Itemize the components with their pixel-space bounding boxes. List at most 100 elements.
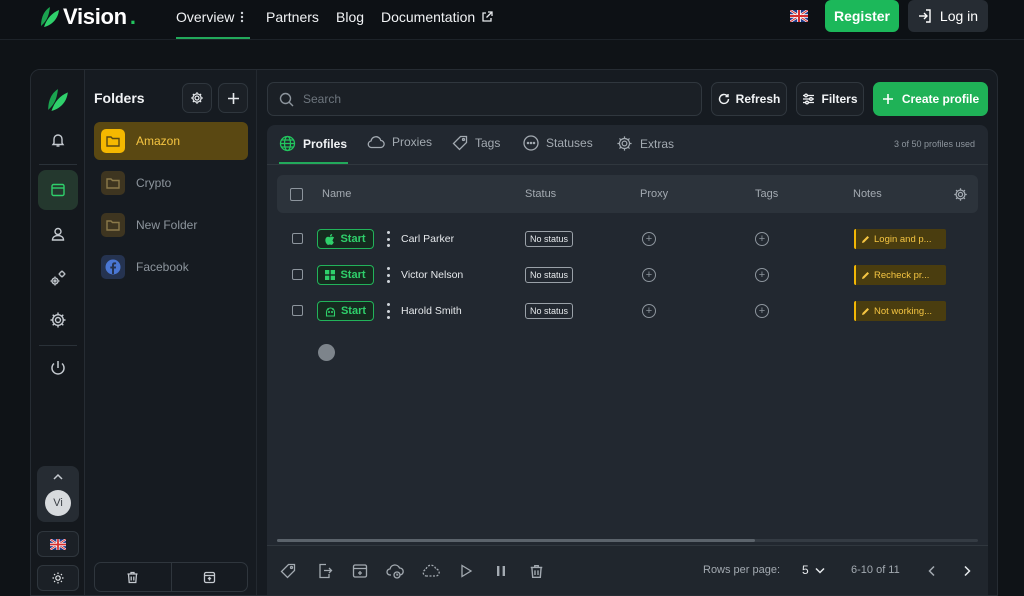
delete-folder-button[interactable] (95, 563, 172, 591)
profile-name[interactable]: Carl Parker (401, 233, 454, 245)
bulk-proxy-button[interactable] (420, 561, 440, 581)
nav-blog[interactable]: Blog (336, 9, 364, 25)
filters-button[interactable]: Filters (796, 82, 864, 116)
start-label: Start (340, 233, 366, 245)
register-button[interactable]: Register (825, 0, 899, 32)
search-input[interactable]: Search (267, 82, 702, 116)
row-menu-icon[interactable] (386, 303, 390, 319)
bulk-tag-button[interactable] (278, 561, 298, 581)
start-profile-button[interactable]: Start (317, 265, 374, 285)
bulk-cloud-sync-button[interactable] (385, 561, 405, 581)
add-proxy-icon[interactable]: + (642, 304, 656, 318)
horizontal-scrollbar[interactable] (277, 539, 978, 542)
uk-flag-icon[interactable] (790, 10, 808, 22)
folder-label: Crypto (136, 176, 172, 190)
tab-bar: Profiles Proxies Tags Statuses Extras 3 … (267, 125, 988, 165)
profiles-panel: Profiles Proxies Tags Statuses Extras 3 … (267, 125, 988, 595)
tab-profiles[interactable]: Profiles (279, 135, 347, 152)
row-menu-icon[interactable] (386, 231, 390, 247)
facebook-icon (101, 255, 125, 279)
column-header-status[interactable]: Status (525, 188, 556, 200)
row-checkbox[interactable] (292, 233, 303, 244)
language-button[interactable] (37, 531, 79, 557)
add-tag-icon[interactable]: + (755, 232, 769, 246)
tab-label: Tags (475, 136, 501, 150)
windows-icon (325, 270, 336, 280)
rail-browser-profiles[interactable] (38, 170, 78, 210)
rail-settings[interactable] (38, 300, 78, 340)
uk-flag-icon (50, 538, 66, 550)
tab-statuses[interactable]: Statuses (523, 135, 593, 151)
folder-item-facebook[interactable]: Facebook (94, 248, 248, 286)
nav-partners-label: Partners (266, 9, 319, 25)
rail-users[interactable] (38, 214, 78, 254)
select-all-checkbox[interactable] (290, 188, 303, 201)
note-badge[interactable]: Not working... (854, 301, 946, 321)
table-row[interactable]: Start Victor Nelson No status + + Rechec… (277, 257, 978, 293)
column-header-name[interactable]: Name (322, 188, 351, 200)
tab-extras[interactable]: Extras (616, 135, 674, 152)
column-header-notes[interactable]: Notes (853, 188, 882, 200)
prev-page-button[interactable] (922, 561, 942, 581)
refresh-button[interactable]: Refresh (711, 82, 787, 116)
status-badge[interactable]: No status (525, 231, 574, 247)
folder-item-amazon[interactable]: Amazon (94, 122, 248, 160)
rail-automation[interactable] (38, 258, 78, 298)
plus-icon (227, 92, 239, 104)
archive-folder-button[interactable] (172, 563, 248, 591)
column-header-proxy[interactable]: Proxy (640, 188, 668, 200)
folder-item-crypto[interactable]: Crypto (94, 164, 248, 202)
tab-active-indicator (279, 162, 348, 164)
profile-name[interactable]: Harold Smith (401, 305, 462, 317)
nav-overview[interactable]: Overview (176, 9, 244, 25)
bulk-export-button[interactable] (315, 561, 335, 581)
nav-partners[interactable]: Partners (266, 9, 319, 25)
nav-documentation[interactable]: Documentation (381, 9, 493, 25)
status-badge[interactable]: No status (525, 303, 574, 319)
bulk-start-button[interactable] (456, 561, 476, 581)
table-row[interactable]: Start Carl Parker No status + + Login an… (277, 221, 978, 257)
next-page-button[interactable] (957, 561, 977, 581)
account-switcher[interactable]: Vi (37, 466, 79, 522)
bulk-stop-button[interactable] (491, 561, 511, 581)
bulk-archive-button[interactable] (350, 561, 370, 581)
table-header: Name Status Proxy Tags Notes (277, 175, 978, 213)
row-checkbox[interactable] (292, 305, 303, 316)
note-badge[interactable]: Recheck pr... (854, 265, 946, 285)
tag-icon (452, 135, 468, 151)
row-checkbox[interactable] (292, 269, 303, 280)
note-badge[interactable]: Login and p... (854, 229, 946, 249)
create-profile-button[interactable]: Create profile (873, 82, 988, 116)
folder-item-new-folder[interactable]: New Folder (94, 206, 248, 244)
column-settings-icon[interactable] (953, 187, 968, 202)
rail-notifications[interactable] (38, 120, 78, 160)
profile-name[interactable]: Victor Nelson (401, 269, 463, 281)
tab-tags[interactable]: Tags (452, 135, 500, 151)
start-profile-button[interactable]: Start (317, 301, 374, 321)
add-tag-icon[interactable]: + (755, 304, 769, 318)
column-header-tags[interactable]: Tags (755, 188, 778, 200)
avatar[interactable]: Vi (45, 490, 71, 516)
folder-settings-button[interactable] (182, 83, 212, 113)
add-folder-button[interactable] (218, 83, 248, 113)
table-footer: Rows per page: 5 6-10 of 11 (267, 545, 988, 595)
rows-per-page-select[interactable]: 5 (802, 563, 825, 577)
status-badge[interactable]: No status (525, 267, 574, 283)
bulk-delete-button[interactable] (526, 561, 546, 581)
brand-logo[interactable]: Vision. (40, 4, 136, 30)
login-button[interactable]: Log in (908, 0, 988, 32)
tab-label: Extras (640, 136, 675, 151)
rail-logo[interactable] (38, 80, 78, 120)
row-menu-icon[interactable] (386, 267, 390, 283)
pagination-range: 6-10 of 11 (851, 564, 900, 576)
cloud-icon (367, 136, 385, 149)
scrollbar-thumb[interactable] (277, 539, 755, 542)
add-proxy-icon[interactable]: + (642, 268, 656, 282)
add-proxy-icon[interactable]: + (642, 232, 656, 246)
rail-logout[interactable] (38, 348, 78, 388)
table-row[interactable]: Start Harold Smith No status + + Not wor… (277, 293, 978, 329)
tab-proxies[interactable]: Proxies (366, 135, 432, 149)
add-tag-icon[interactable]: + (755, 268, 769, 282)
theme-toggle[interactable] (37, 565, 79, 591)
start-profile-button[interactable]: Start (317, 229, 374, 249)
